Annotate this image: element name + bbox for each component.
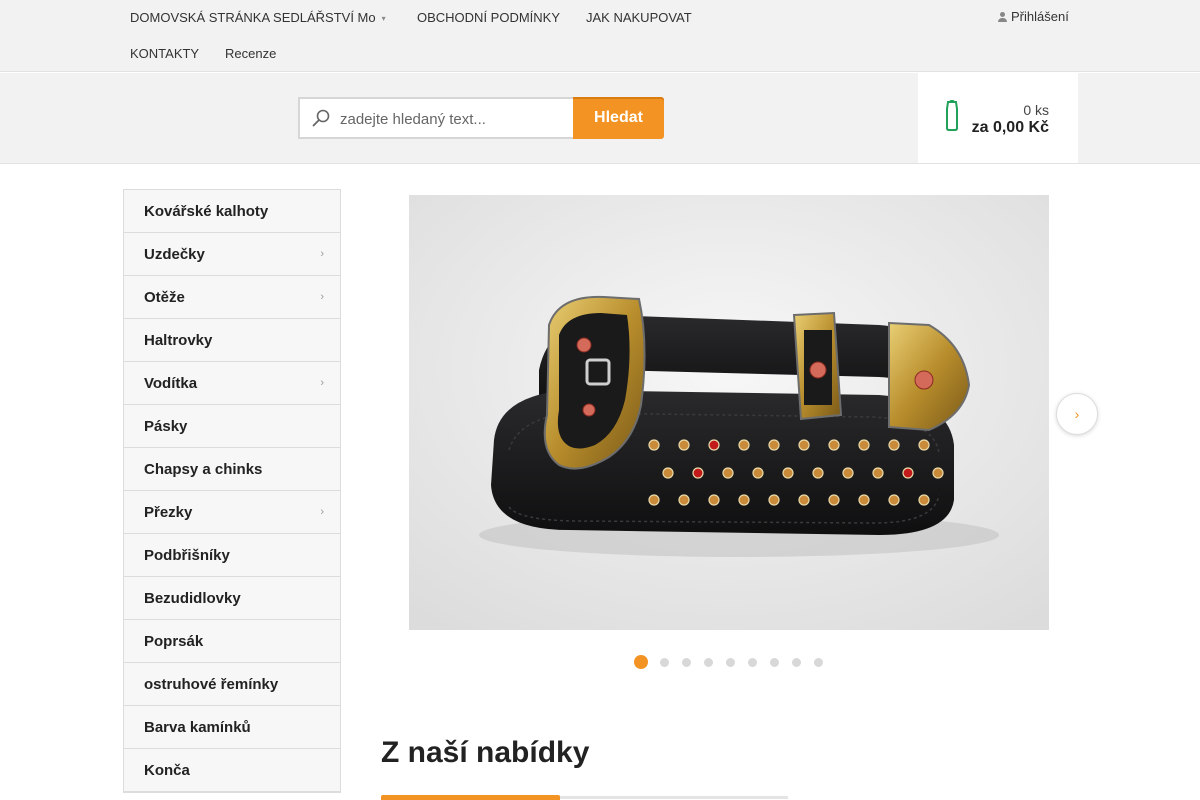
- sidebar-category-label: Přezky: [144, 504, 193, 521]
- sidebar-category-label: Vodítka: [144, 375, 198, 392]
- belt-stud: [662, 467, 674, 479]
- belt-stud: [828, 494, 840, 506]
- chevron-right-icon: ›: [1074, 406, 1080, 422]
- slider-dot[interactable]: [634, 655, 648, 669]
- slider-dot[interactable]: [770, 658, 779, 667]
- belt-stud: [648, 494, 660, 506]
- sidebar-category-item[interactable]: Pásky: [124, 405, 340, 448]
- belt-stud: [768, 494, 780, 506]
- belt-stud: [692, 467, 704, 479]
- belt-stud: [888, 439, 900, 451]
- belt-stud: [678, 494, 690, 506]
- sidebar-category-label: Otěže: [144, 289, 185, 306]
- slider-dot[interactable]: [682, 658, 691, 667]
- chevron-right-icon: ›: [320, 248, 324, 260]
- belt-stud: [858, 439, 870, 451]
- sidebar-category-label: Pásky: [144, 418, 188, 435]
- sidebar-category-label: Uzdečky: [144, 246, 205, 263]
- sidebar-category-item[interactable]: Podbřišníky: [124, 534, 340, 577]
- section-title: Z naší nabídky: [381, 736, 590, 769]
- belt-stud: [918, 494, 930, 506]
- belt-stud: [798, 439, 810, 451]
- nav-link-reviews[interactable]: Recenze: [225, 46, 276, 61]
- belt-product-image: [409, 195, 1049, 630]
- hero-slider[interactable]: [409, 195, 1049, 630]
- belt-stud: [678, 439, 690, 451]
- sidebar-category-item[interactable]: Vodítka ›: [124, 362, 340, 405]
- belt-stud: [872, 467, 884, 479]
- sidebar-category-label: Konča: [144, 762, 190, 779]
- slider-dot[interactable]: [704, 658, 713, 667]
- belt-stud: [708, 439, 720, 451]
- slider-dot[interactable]: [748, 658, 757, 667]
- sidebar-category-item[interactable]: Barva kamínků: [124, 706, 340, 749]
- search-button[interactable]: Hledat: [573, 97, 664, 139]
- sidebar-category-item[interactable]: Haltrovky: [124, 319, 340, 362]
- header-bar: Hledat 0 ks za 0,00 Kč: [0, 73, 1200, 164]
- category-sidebar: Kovářské kalhoty Uzdečky › Otěže › Haltrovky V…: [123, 189, 341, 793]
- belt-stud: [752, 467, 764, 479]
- sidebar-category-item[interactable]: ostruhové řemínky: [124, 663, 340, 706]
- belt-stud: [782, 467, 794, 479]
- nav-link-contacts[interactable]: KONTAKTY: [130, 46, 199, 61]
- belt-stud: [738, 439, 750, 451]
- chevron-right-icon: ›: [320, 506, 324, 518]
- slider-dot[interactable]: [792, 658, 801, 667]
- nav-link-home[interactable]: DOMOVSKÁ STRÁNKA SEDLÁŘSTVÍ Mo ▾: [130, 10, 386, 25]
- sidebar-category-label: Bezudidlovky: [144, 590, 241, 607]
- cart-icon: [946, 100, 958, 131]
- belt-stud: [888, 494, 900, 506]
- sidebar-category-item[interactable]: Konča: [124, 749, 340, 792]
- sidebar-category-item[interactable]: Přezky ›: [124, 491, 340, 534]
- sidebar-category-label: Chapsy a chinks: [144, 461, 263, 478]
- slider-dot[interactable]: [660, 658, 669, 667]
- chevron-right-icon: ›: [320, 291, 324, 303]
- chevron-down-icon: ▾: [381, 14, 386, 23]
- sidebar-category-label: ostruhové řemínky: [144, 676, 279, 693]
- search-input[interactable]: [340, 108, 568, 130]
- login-link[interactable]: Přihlášení: [998, 9, 1069, 24]
- top-navigation: DOMOVSKÁ STRÁNKA SEDLÁŘSTVÍ Mo ▾ OBCHODNÍ…: [0, 0, 1200, 72]
- slider-dot[interactable]: [814, 658, 823, 667]
- cart-total: za 0,00 Kč: [971, 119, 1049, 136]
- nav-link-terms[interactable]: OBCHODNÍ PODMÍNKY: [417, 10, 560, 25]
- sidebar-category-item[interactable]: Poprsák: [124, 620, 340, 663]
- cart-count: 0 ks: [1023, 102, 1049, 118]
- sidebar-category-item[interactable]: Kovářské kalhoty: [124, 190, 340, 233]
- belt-stud: [798, 494, 810, 506]
- belt-stud: [708, 494, 720, 506]
- belt-stud: [918, 439, 930, 451]
- sidebar-category-item[interactable]: Bezudidlovky: [124, 577, 340, 620]
- sidebar-category-label: Poprsák: [144, 633, 204, 650]
- belt-stud: [648, 439, 660, 451]
- belt-stud: [812, 467, 824, 479]
- tab-active-indicator[interactable]: [381, 795, 560, 800]
- sidebar-category-item[interactable]: Chapsy a chinks: [124, 448, 340, 491]
- sidebar-category-label: Kovářské kalhoty: [144, 203, 269, 220]
- slider-next-button[interactable]: ›: [1056, 393, 1098, 435]
- sidebar-category-label: Haltrovky: [144, 332, 213, 349]
- belt-stud: [768, 439, 780, 451]
- slider-dot[interactable]: [726, 658, 735, 667]
- sidebar-category-item[interactable]: Otěže ›: [124, 276, 340, 319]
- belt-stud: [932, 467, 944, 479]
- nav-link-how-to-buy[interactable]: JAK NAKUPOVAT: [586, 10, 692, 25]
- belt-stud: [858, 494, 870, 506]
- user-icon: [998, 12, 1007, 22]
- belt-stud: [828, 439, 840, 451]
- belt-stud: [902, 467, 914, 479]
- sidebar-category-item[interactable]: Uzdečky ›: [124, 233, 340, 276]
- sidebar-category-label: Podbřišníky: [144, 547, 230, 564]
- cart-widget[interactable]: 0 ks za 0,00 Kč: [918, 73, 1078, 163]
- belt-stud: [842, 467, 854, 479]
- chevron-right-icon: ›: [320, 377, 324, 389]
- belt-stud: [738, 494, 750, 506]
- belt-stud: [722, 467, 734, 479]
- sidebar-category-label: Barva kamínků: [144, 719, 251, 736]
- search-icon: [312, 109, 330, 127]
- search-box: [298, 97, 574, 139]
